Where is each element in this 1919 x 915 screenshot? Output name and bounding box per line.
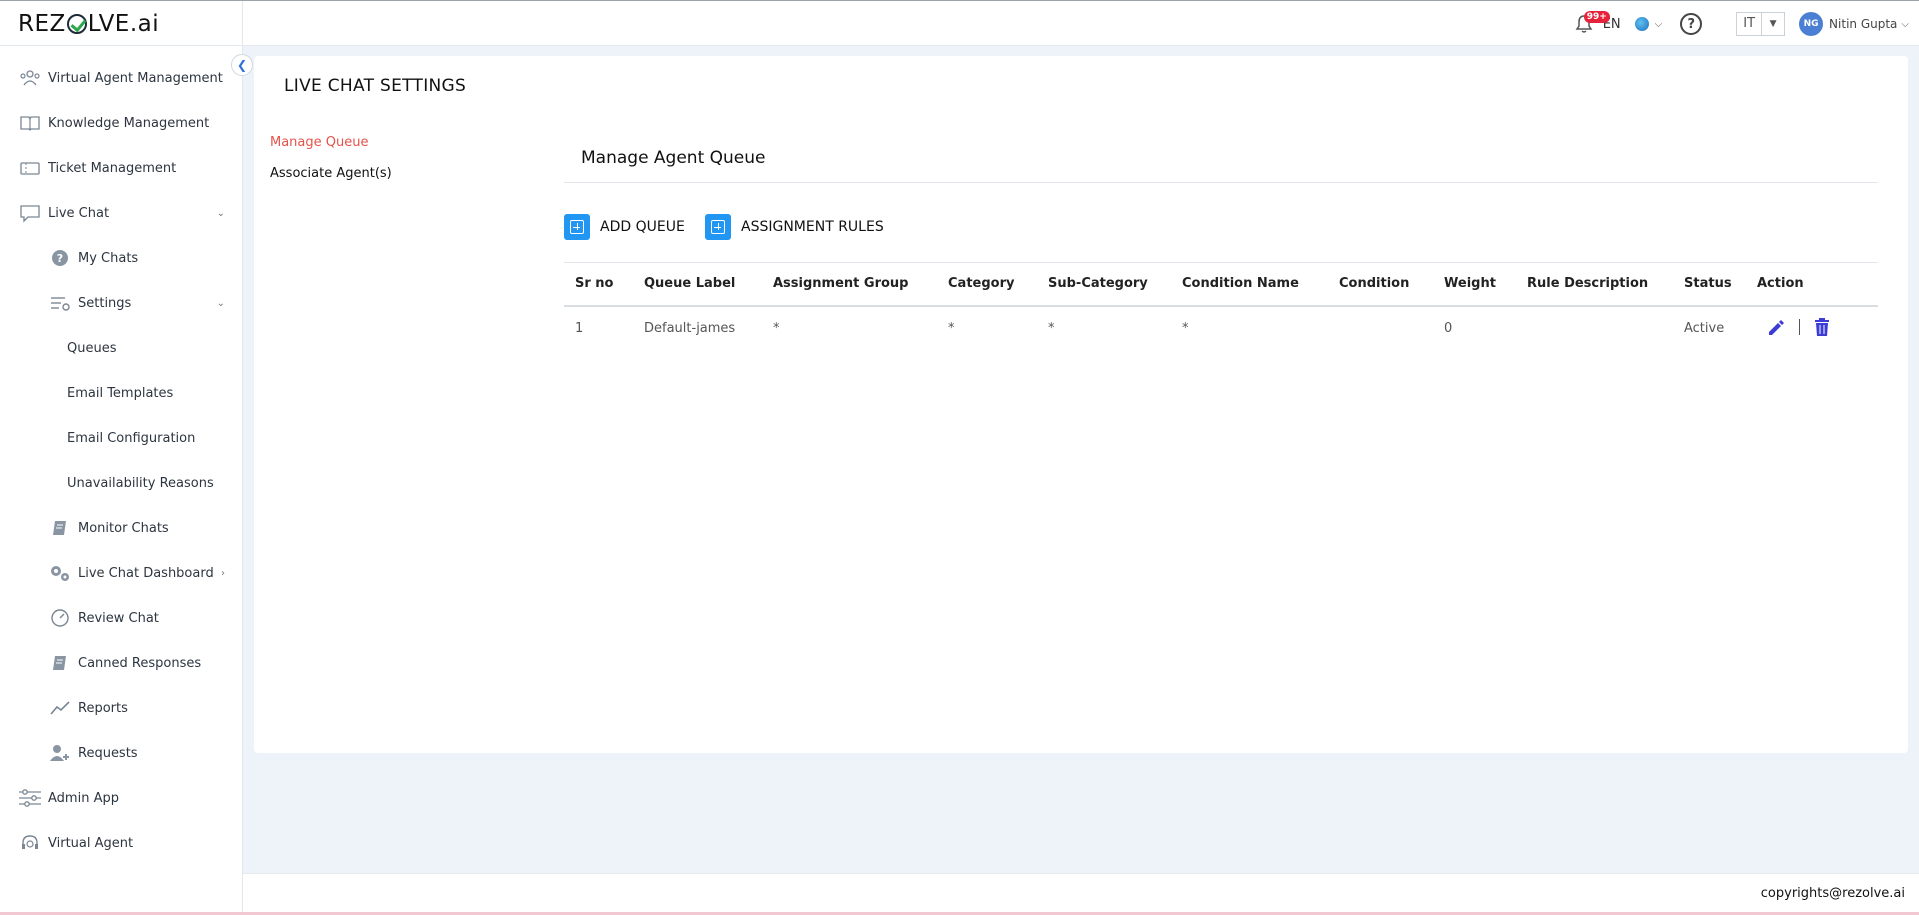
status-badge: Active [1684, 321, 1725, 336]
chevron-right-icon: › [221, 567, 225, 579]
gears-icon [48, 563, 72, 583]
chat-icon [18, 203, 42, 223]
username[interactable]: Nitin Gupta [1829, 17, 1897, 31]
top-right-controls: 99+ EN ⌵ ? IT ▼ NG Nitin Gupta ⌵ [1573, 9, 1909, 39]
sidebar-item-knowledge-management[interactable]: Knowledge Management [18, 111, 209, 135]
footer: copyrights@rezolve.ai [243, 873, 1919, 915]
settings-sliders-icon [48, 293, 72, 313]
column-header: Action [1757, 276, 1804, 291]
column-header: Status [1684, 276, 1732, 291]
sidebar-item-live-chat[interactable]: Live Chat ⌄ [18, 201, 225, 225]
column-header: Weight [1444, 276, 1496, 291]
gauge-icon [48, 608, 72, 628]
live-chat-settings-panel: LIVE CHAT SETTINGS Manage Queue Associat… [254, 56, 1908, 753]
notification-badge: 99+ [1583, 11, 1610, 23]
sidebar-item-admin-app[interactable]: Admin App [18, 786, 119, 810]
trend-line-icon [48, 698, 72, 718]
sidebar-item-ticket-management[interactable]: Ticket Management [18, 156, 176, 180]
notification-bell[interactable]: 99+ [1573, 11, 1610, 37]
headset-icon [18, 833, 42, 853]
sidebar-item-email-templates[interactable]: Email Templates [67, 381, 173, 405]
notebook-icon [48, 653, 72, 673]
copyright-text: copyrights@rezolve.ai [1760, 886, 1905, 901]
ticket-icon [18, 158, 42, 178]
sidebar-item-queues[interactable]: Queues [67, 336, 116, 360]
edit-pencil-icon[interactable] [1766, 319, 1784, 337]
it-select[interactable]: IT ▼ [1736, 12, 1786, 36]
sidebar-item-monitor-chats[interactable]: Monitor Chats [48, 516, 169, 540]
logo-area: REZ LVE.ai [0, 1, 243, 47]
rezolve-logo[interactable]: REZ LVE.ai [18, 11, 159, 37]
help-icon[interactable]: ? [1680, 13, 1703, 35]
table-cell: * [1048, 321, 1055, 336]
chevron-left-icon: ❮ [236, 58, 248, 72]
column-header: Category [948, 276, 1015, 291]
column-header: Condition Name [1182, 276, 1299, 291]
collapse-sidebar-button[interactable]: ❮ [231, 54, 253, 76]
column-header: Condition [1339, 276, 1410, 291]
chevron-down-icon: ⌄ [216, 297, 225, 309]
sidebar-item-review-chat[interactable]: Review Chat [48, 606, 159, 630]
sidebar-item-canned-responses[interactable]: Canned Responses [48, 651, 201, 675]
globe-icon[interactable] [1634, 17, 1649, 31]
plus-square-icon [564, 214, 590, 240]
table-cell: Default-james [644, 321, 736, 336]
tab-associate-agents[interactable]: Associate Agent(s) [270, 166, 392, 181]
column-header: Assignment Group [773, 276, 909, 291]
users-icon [18, 68, 42, 88]
plus-square-icon [705, 214, 731, 240]
notebook-icon [48, 518, 72, 538]
sliders-icon [18, 788, 42, 808]
tab-manage-queue[interactable]: Manage Queue [270, 135, 368, 150]
sidebar-item-live-chat-dashboard[interactable]: Live Chat Dashboard › [48, 561, 225, 585]
column-header: Sub-Category [1048, 276, 1148, 291]
trash-icon[interactable] [1814, 318, 1830, 336]
assignment-rules-button[interactable]: ASSIGNMENT RULES [705, 214, 884, 240]
sidebar-item-unavailability-reasons[interactable]: Unavailability Reasons [67, 471, 214, 495]
page-title: LIVE CHAT SETTINGS [284, 76, 467, 96]
divider [564, 262, 1878, 263]
sidebar-item-reports[interactable]: Reports [48, 696, 128, 720]
table-cell: * [773, 321, 780, 336]
top-bar: REZ LVE.ai 99+ EN ⌵ ? IT ▼ NG Nitin Gupta… [0, 0, 1919, 47]
avatar[interactable]: NG [1799, 12, 1824, 36]
sidebar-item-requests[interactable]: Requests [48, 741, 138, 765]
sidebar: Virtual Agent Management Knowledge Manag… [0, 46, 243, 915]
divider [564, 182, 1878, 183]
question-circle-icon: ? [48, 248, 72, 268]
caret-down-icon: ▼ [1769, 19, 1777, 29]
svg-text:?: ? [57, 252, 63, 265]
divider [564, 305, 1878, 307]
sidebar-item-email-configuration[interactable]: Email Configuration [67, 426, 195, 450]
sidebar-item-virtual-agent-management[interactable]: Virtual Agent Management [18, 66, 223, 90]
chevron-down-icon: ⌄ [216, 207, 225, 219]
table-cell: * [1182, 321, 1189, 336]
column-header: Queue Label [644, 276, 736, 291]
sidebar-item-virtual-agent[interactable]: Virtual Agent [18, 831, 133, 855]
column-header: Sr no [575, 276, 614, 291]
section-title: Manage Agent Queue [581, 148, 766, 168]
action-separator [1799, 319, 1800, 335]
user-plus-icon [48, 743, 72, 763]
chevron-down-icon[interactable]: ⌵ [1655, 19, 1663, 30]
sidebar-item-my-chats[interactable]: ? My Chats [48, 246, 138, 270]
table-cell: 0 [1444, 321, 1453, 336]
chevron-down-icon[interactable]: ⌵ [1901, 19, 1909, 30]
sidebar-item-settings[interactable]: Settings ⌄ [48, 291, 225, 315]
add-queue-button[interactable]: ADD QUEUE [564, 214, 685, 240]
book-open-icon [18, 113, 42, 133]
logo-check-icon [66, 14, 87, 34]
column-header: Rule Description [1527, 276, 1649, 291]
table-cell: 1 [575, 321, 584, 336]
table-cell: * [948, 321, 955, 336]
